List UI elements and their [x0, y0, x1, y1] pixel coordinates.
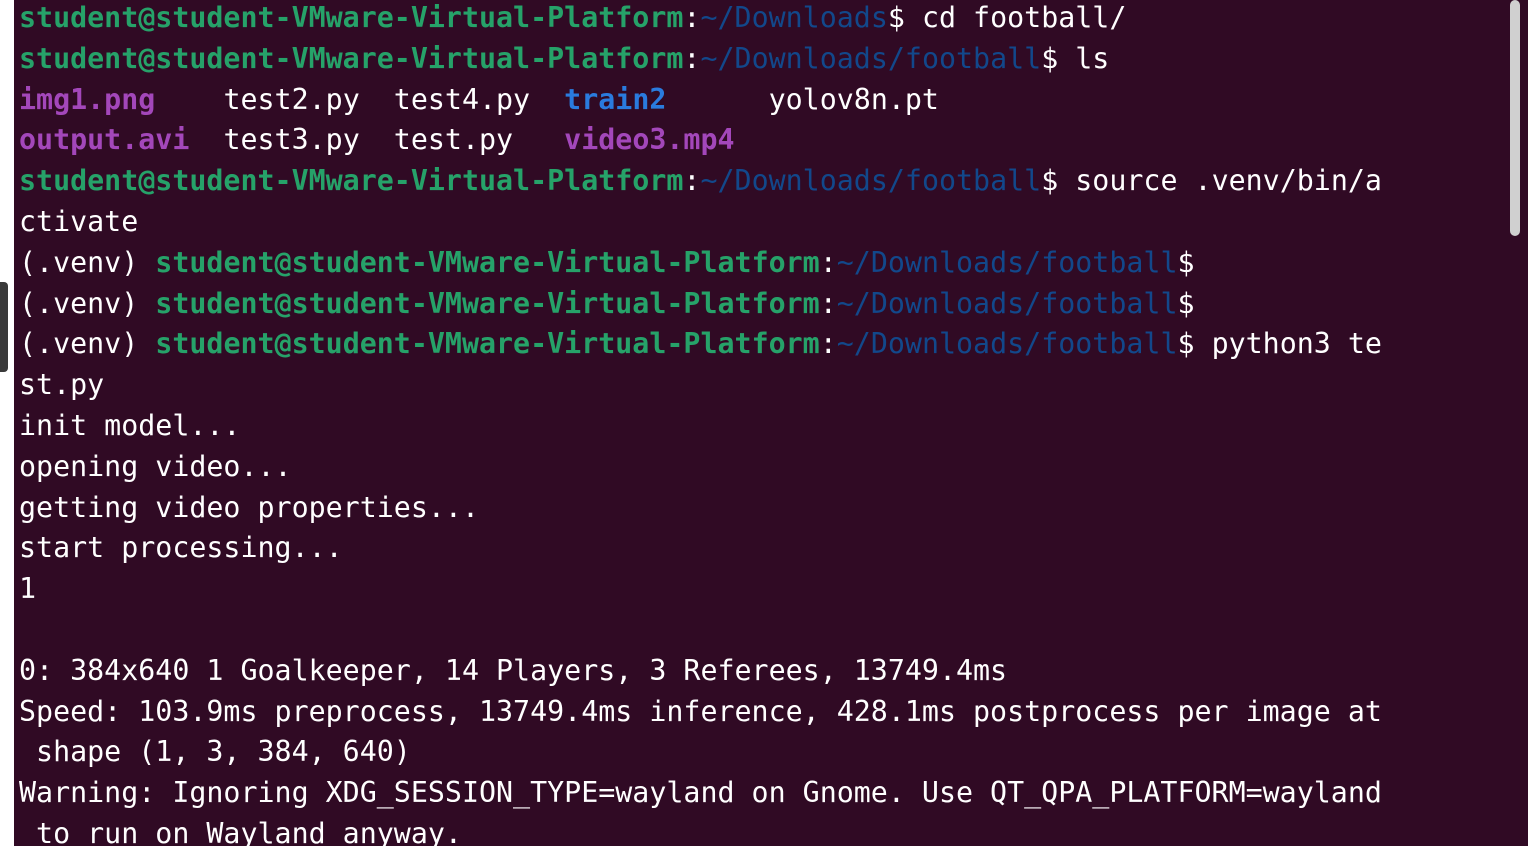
terminal-line: Speed: 103.9ms preprocess, 13749.4ms inf… — [19, 692, 1509, 733]
prompt-path: ~/Downloads/football — [836, 286, 1178, 320]
command-text: $ python3 te — [1177, 327, 1382, 361]
terminal-line: st.py — [19, 365, 1509, 406]
prompt-separator: : — [683, 164, 701, 198]
terminal-line: (.venv) student@student-VMware-Virtual-P… — [19, 243, 1509, 284]
terminal-output[interactable]: student@student-VMware-Virtual-Platform:… — [19, 0, 1509, 846]
terminal-line: shape (1, 3, 384, 640) — [19, 732, 1509, 773]
ls-entry-media: video3.mp4 — [564, 123, 735, 157]
warning-text: to run on Wayland anyway. — [19, 816, 462, 846]
prompt-separator: : — [683, 41, 701, 75]
output-text: init model... — [19, 408, 241, 442]
prompt-separator: : — [819, 245, 837, 279]
terminal-line: start processing... — [19, 528, 1509, 569]
command-text: $ ls — [1041, 41, 1110, 75]
terminal-line: Warning: Ignoring XDG_SESSION_TYPE=wayla… — [19, 773, 1509, 814]
ls-entry-file: test2.py test4.py — [155, 82, 565, 116]
prompt-path: ~/Downloads/football — [836, 327, 1178, 361]
ls-entry-directory: train2 — [564, 82, 667, 116]
prompt-user-host: student@student-VMware-Virtual-Platform — [19, 1, 684, 34]
terminal-line: 0: 384x640 1 Goalkeeper, 14 Players, 3 R… — [19, 651, 1509, 692]
venv-indicator: (.venv) — [19, 327, 156, 361]
venv-indicator: (.venv) — [19, 245, 156, 279]
output-text: opening video... — [19, 449, 292, 483]
ls-entry-file: yolov8n.pt — [666, 82, 939, 116]
prompt-user-host: student@student-VMware-Virtual-Platform — [19, 164, 684, 198]
terminal-line: opening video... — [19, 447, 1509, 488]
prompt-separator: : — [683, 1, 701, 34]
prompt-path: ~/Downloads/football — [836, 245, 1178, 279]
prompt-separator: : — [819, 286, 837, 320]
prompt-user-host: student@student-VMware-Virtual-Platform — [155, 286, 820, 320]
resize-handle[interactable] — [0, 282, 8, 372]
prompt-separator: : — [819, 327, 837, 361]
ls-entry-media: output.avi — [19, 123, 190, 157]
command-text-wrapped: ctivate — [19, 204, 139, 238]
terminal-line: img1.png test2.py test4.py train2 yolov8… — [19, 80, 1509, 121]
prompt-path: ~/Downloads/football — [700, 164, 1042, 198]
scrollbar-thumb[interactable] — [1510, 0, 1520, 236]
command-text: $ source .venv/bin/a — [1041, 164, 1382, 198]
terminal-line: (.venv) student@student-VMware-Virtual-P… — [19, 284, 1509, 325]
warning-text: Warning: Ignoring XDG_SESSION_TYPE=wayla… — [19, 776, 1382, 810]
output-text: Speed: 103.9ms preprocess, 13749.4ms inf… — [19, 694, 1382, 728]
output-text: 1 — [19, 572, 37, 606]
output-text: start processing... — [19, 531, 343, 565]
ls-entry-file: test3.py test.py — [189, 123, 565, 157]
prompt-symbol: $ — [1177, 286, 1195, 320]
terminal-line: to run on Wayland anyway. — [19, 814, 1509, 846]
prompt-user-host: student@student-VMware-Virtual-Platform — [19, 41, 684, 75]
prompt-user-host: student@student-VMware-Virtual-Platform — [155, 245, 820, 279]
terminal-window[interactable]: student@student-VMware-Virtual-Platform:… — [0, 0, 1528, 846]
terminal-line: student@student-VMware-Virtual-Platform:… — [19, 39, 1509, 80]
prompt-path: ~/Downloads/football — [700, 41, 1042, 75]
terminal-line: 1 — [19, 569, 1509, 610]
terminal-line: init model... — [19, 406, 1509, 447]
terminal-line: output.avi test3.py test.py video3.mp4 — [19, 120, 1509, 161]
prompt-path: ~/Downloads — [700, 1, 888, 34]
terminal-line: ctivate — [19, 202, 1509, 243]
prompt-symbol: $ — [1177, 245, 1195, 279]
command-text: $ cd football/ — [887, 1, 1127, 34]
terminal-line: getting video properties... — [19, 488, 1509, 529]
command-text-wrapped: st.py — [19, 368, 105, 402]
ls-entry-image: img1.png — [19, 82, 156, 116]
prompt-user-host: student@student-VMware-Virtual-Platform — [155, 327, 820, 361]
venv-indicator: (.venv) — [19, 286, 156, 320]
window-edge — [0, 0, 14, 846]
terminal-line: student@student-VMware-Virtual-Platform:… — [19, 0, 1509, 39]
terminal-line: student@student-VMware-Virtual-Platform:… — [19, 161, 1509, 202]
output-text: shape (1, 3, 384, 640) — [19, 735, 411, 769]
output-text: 0: 384x640 1 Goalkeeper, 14 Players, 3 R… — [19, 653, 1008, 687]
terminal-line: (.venv) student@student-VMware-Virtual-P… — [19, 324, 1509, 365]
output-text: getting video properties... — [19, 490, 479, 524]
